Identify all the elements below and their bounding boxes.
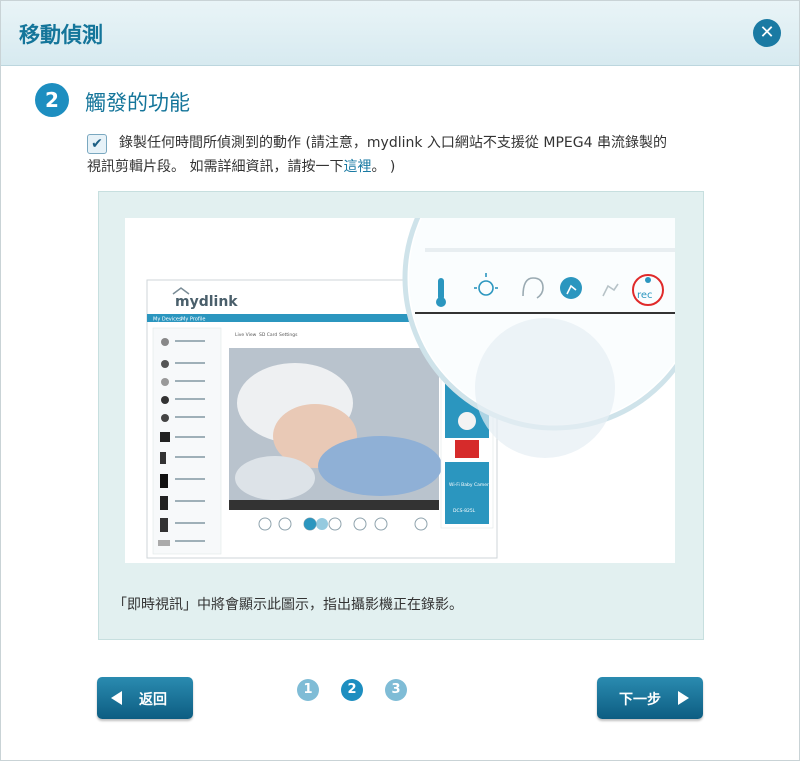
- record-option-text-prefix: 視訊剪輯片段。 如需詳細資訊，請按一下: [87, 159, 344, 175]
- page-indicator-1[interactable]: 1: [297, 679, 319, 701]
- step-title: 觸發的功能: [85, 91, 190, 115]
- record-option-text-line1: 錄製任何時間所偵測到的動作 (請注意，mydlink 入口網站不支援從 MPEG…: [119, 135, 667, 151]
- record-option-text-suffix: 。 ): [371, 159, 396, 175]
- screenshot-logo: mydlink: [175, 294, 238, 310]
- step-number-badge: 2: [35, 83, 69, 117]
- screenshot-view-tab-live: Live View: [235, 332, 257, 338]
- motion-icon: [560, 277, 582, 299]
- ad-text: Wi-Fi Baby Camera: [449, 482, 492, 488]
- rec-label: rec: [637, 290, 653, 301]
- screenshot-view-tab-sd: SD Card: [259, 332, 277, 338]
- arrow-right-icon: [678, 691, 689, 705]
- illustration-panel: mydlink My Devices My Profile Live View …: [98, 191, 704, 640]
- next-button[interactable]: 下一步: [597, 677, 703, 719]
- arrow-left-icon: [111, 691, 122, 705]
- next-button-label: 下一步: [619, 692, 661, 708]
- motion-detection-dialog: 移動偵測 ✕ 2 觸發的功能 ✔ 錄製任何時間所偵測到的動作 (請注意，mydl…: [0, 0, 800, 761]
- screenshot-view-tab-settings: Settings: [279, 332, 298, 338]
- dialog-title: 移動偵測: [19, 23, 103, 47]
- mydlink-screenshot: mydlink My Devices My Profile Live View …: [125, 218, 675, 563]
- here-link[interactable]: 這裡: [343, 159, 371, 175]
- panel-caption: 「即時視訊」中將會顯示此圖示，指出攝影機正在錄影。: [113, 597, 463, 613]
- screenshot-tab-devices: My Devices: [153, 317, 182, 323]
- record-option-text-line2: 視訊剪輯片段。 如需詳細資訊，請按一下這裡。 ): [87, 155, 395, 179]
- ad-model: DCS-825L: [453, 508, 476, 514]
- dialog-titlebar: 移動偵測 ✕: [1, 1, 799, 66]
- screenshot-tab-profile: My Profile: [181, 317, 205, 323]
- back-button[interactable]: 返回: [97, 677, 193, 719]
- page-indicator-3[interactable]: 3: [385, 679, 407, 701]
- device-list: [152, 327, 222, 555]
- page-indicator-2[interactable]: 2: [341, 679, 363, 701]
- close-icon[interactable]: ✕: [753, 19, 781, 47]
- mydlink-illustration: mydlink My Devices My Profile Live View …: [146, 218, 675, 559]
- record-checkbox[interactable]: ✔: [87, 134, 107, 154]
- back-button-label: 返回: [139, 692, 167, 708]
